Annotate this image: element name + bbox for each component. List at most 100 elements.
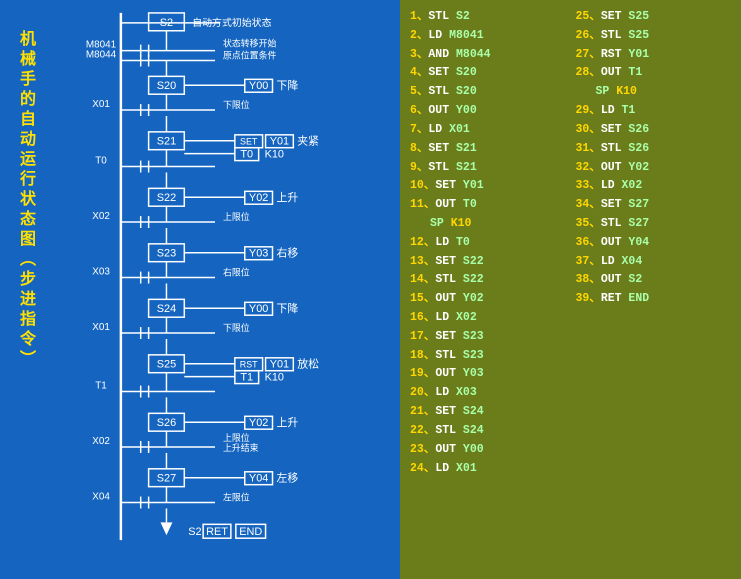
svg-text:S2: S2	[160, 17, 173, 29]
instruction-line: 18、STL S23	[410, 347, 566, 365]
svg-text:左移: 左移	[276, 472, 298, 485]
svg-text:RET: RET	[206, 526, 228, 538]
instruction-grid: 1、STL S22、LD M80413、AND M80444、SET S205、…	[410, 8, 731, 571]
instruction-line: 9、STL S21	[410, 159, 566, 177]
instruction-line: 10、SET Y01	[410, 177, 566, 195]
instruction-line: 8、SET S21	[410, 140, 566, 158]
instruction-col-2: 25、SET S2526、STL S2527、RST Y0128、OUT T1S…	[576, 8, 732, 571]
svg-text:END: END	[239, 526, 262, 538]
right-panel: 1、STL S22、LD M80413、AND M80444、SET S205、…	[400, 0, 741, 579]
svg-text:上升结束: 上升结束	[223, 442, 259, 453]
svg-text:下限位: 下限位	[223, 322, 250, 333]
instruction-line: 36、OUT Y04	[576, 234, 732, 252]
instruction-line: 28、OUT T1	[576, 64, 732, 82]
left-panel: 机械手的自动运行状态图（步进指令） S2 自动方式初始状态 M8041 状态转移…	[0, 0, 400, 579]
svg-text:S22: S22	[157, 192, 176, 204]
svg-text:右移: 右移	[276, 246, 298, 260]
svg-text:X03: X03	[92, 267, 110, 278]
ladder-area: S2 自动方式初始状态 M8041 状态转移开始 M8044 原点位置条件 S2…	[40, 5, 395, 560]
svg-text:X02: X02	[92, 211, 110, 222]
instruction-line: SP K10	[576, 83, 732, 101]
instruction-line: 3、AND M8044	[410, 46, 566, 64]
svg-text:Y01: Y01	[270, 136, 289, 148]
instruction-line: 26、STL S25	[576, 27, 732, 45]
instruction-line: 7、LD X01	[410, 121, 566, 139]
instruction-line: 35、STL S27	[576, 215, 732, 233]
instruction-line: 27、RST Y01	[576, 46, 732, 64]
instruction-line: 13、SET S22	[410, 253, 566, 271]
instruction-line: 31、STL S26	[576, 140, 732, 158]
svg-text:Y02: Y02	[249, 192, 268, 204]
instruction-line: 14、STL S22	[410, 271, 566, 289]
instruction-line: 33、LD X02	[576, 177, 732, 195]
svg-text:RST: RST	[240, 360, 258, 370]
instruction-line: 37、LD X04	[576, 253, 732, 271]
svg-text:S20: S20	[157, 80, 176, 92]
svg-text:T0: T0	[240, 149, 253, 161]
svg-text:原点位置条件: 原点位置条件	[223, 50, 277, 61]
svg-text:S23: S23	[157, 248, 176, 260]
instruction-line: 30、SET S26	[576, 121, 732, 139]
svg-text:上限位: 上限位	[223, 211, 250, 222]
instruction-line: 34、SET S27	[576, 196, 732, 214]
svg-text:X01: X01	[92, 322, 110, 333]
instruction-line: 32、OUT Y02	[576, 159, 732, 177]
svg-text:T1: T1	[240, 372, 253, 384]
svg-text:自动方式初始状态: 自动方式初始状态	[192, 16, 271, 29]
ladder-svg: S2 自动方式初始状态 M8041 状态转移开始 M8044 原点位置条件 S2…	[40, 5, 395, 560]
svg-text:下降: 下降	[276, 78, 298, 92]
svg-text:状态转移开始: 状态转移开始	[223, 38, 277, 49]
instruction-line: 39、RET END	[576, 290, 732, 308]
instruction-line: 1、STL S2	[410, 8, 566, 26]
instruction-line: 29、LD T1	[576, 102, 732, 120]
svg-text:下降: 下降	[276, 301, 298, 315]
instruction-line: 22、STL S24	[410, 422, 566, 440]
svg-text:放松: 放松	[297, 357, 319, 371]
svg-text:S24: S24	[157, 303, 176, 315]
svg-text:右限位: 右限位	[223, 267, 250, 278]
svg-text:S25: S25	[157, 359, 176, 371]
svg-text:S2: S2	[188, 526, 201, 538]
svg-text:左限位: 左限位	[223, 492, 250, 503]
svg-text:Y00: Y00	[249, 80, 268, 92]
svg-text:S27: S27	[157, 473, 176, 485]
instruction-line: 25、SET S25	[576, 8, 732, 26]
svg-text:上升: 上升	[276, 416, 298, 429]
svg-text:M8044: M8044	[86, 50, 117, 61]
instruction-line: 23、OUT Y00	[410, 441, 566, 459]
svg-text:Y02: Y02	[249, 417, 268, 429]
svg-text:S21: S21	[157, 136, 176, 148]
svg-text:夹紧: 夹紧	[297, 135, 319, 148]
instruction-line: 21、SET S24	[410, 403, 566, 421]
svg-text:下限位: 下限位	[223, 99, 250, 110]
instruction-line: 24、LD X01	[410, 460, 566, 478]
svg-text:上限位: 上限位	[223, 432, 250, 443]
svg-text:K10: K10	[265, 372, 284, 384]
instruction-line: 5、STL S20	[410, 83, 566, 101]
instruction-col-1: 1、STL S22、LD M80413、AND M80444、SET S205、…	[410, 8, 566, 571]
instruction-line: 16、LD X02	[410, 309, 566, 327]
instruction-line: SP K10	[410, 215, 566, 233]
svg-text:Y01: Y01	[270, 359, 289, 371]
instruction-line: 20、LD X03	[410, 384, 566, 402]
instruction-line: 12、LD T0	[410, 234, 566, 252]
svg-text:X04: X04	[92, 492, 110, 503]
svg-text:Y04: Y04	[249, 473, 268, 485]
svg-text:X02: X02	[92, 436, 110, 447]
instruction-line: 15、OUT Y02	[410, 290, 566, 308]
instruction-line: 6、OUT Y00	[410, 102, 566, 120]
instruction-line: 11、OUT T0	[410, 196, 566, 214]
instruction-line: 17、SET S23	[410, 328, 566, 346]
svg-text:Y03: Y03	[249, 248, 268, 260]
instruction-line: 2、LD M8041	[410, 27, 566, 45]
svg-text:SET: SET	[240, 137, 258, 147]
svg-text:K10: K10	[265, 149, 284, 161]
svg-text:X01: X01	[92, 99, 110, 110]
instruction-line: 38、OUT S2	[576, 271, 732, 289]
svg-text:Y00: Y00	[249, 303, 268, 315]
svg-text:上升: 上升	[276, 191, 298, 204]
svg-text:T1: T1	[95, 381, 107, 392]
vertical-title: 机械手的自动运行状态图（步进指令）	[8, 30, 36, 530]
instruction-line: 19、OUT Y03	[410, 365, 566, 383]
instruction-line: 4、SET S20	[410, 64, 566, 82]
